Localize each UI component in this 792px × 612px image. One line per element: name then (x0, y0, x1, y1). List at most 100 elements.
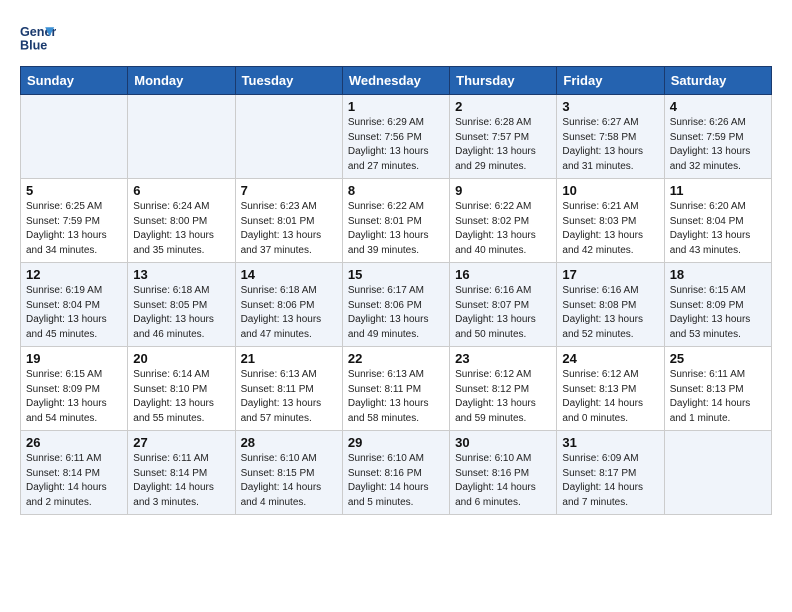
calendar-cell: 8 Sunrise: 6:22 AM Sunset: 8:01 PM Daylig… (342, 179, 449, 263)
calendar-cell (128, 95, 235, 179)
page-header: General Blue (20, 20, 772, 56)
calendar-cell: 21 Sunrise: 6:13 AM Sunset: 8:11 PM Dayli… (235, 347, 342, 431)
calendar-cell: 4 Sunrise: 6:26 AM Sunset: 7:59 PM Daylig… (664, 95, 771, 179)
day-info: Sunrise: 6:17 AM Sunset: 8:06 PM Dayligh… (348, 284, 444, 342)
day-number: 8 (348, 183, 444, 198)
day-info: Sunrise: 6:11 AM Sunset: 8:14 PM Dayligh… (26, 452, 122, 510)
day-info: Sunrise: 6:12 AM Sunset: 8:13 PM Dayligh… (562, 368, 658, 426)
calendar-cell: 1Sunrise: 6:29 AM Sunset: 7:56 PM Daylig… (342, 95, 449, 179)
calendar-cell: 5 Sunrise: 6:25 AM Sunset: 7:59 PM Daylig… (21, 179, 128, 263)
day-number: 13 (133, 267, 229, 282)
calendar-cell: 27Sunrise: 6:11 AM Sunset: 8:14 PM Dayli… (128, 431, 235, 515)
day-info: Sunrise: 6:22 AM Sunset: 8:02 PM Dayligh… (455, 200, 551, 258)
day-number: 24 (562, 351, 658, 366)
calendar-header-row: SundayMondayTuesdayWednesdayThursdayFrid… (21, 67, 772, 95)
calendar-cell (664, 431, 771, 515)
day-info: Sunrise: 6:13 AM Sunset: 8:11 PM Dayligh… (241, 368, 337, 426)
calendar-cell: 29 Sunrise: 6:10 AM Sunset: 8:16 PM Dayli… (342, 431, 449, 515)
day-info: Sunrise: 6:15 AM Sunset: 8:09 PM Dayligh… (26, 368, 122, 426)
calendar-cell: 17 Sunrise: 6:16 AM Sunset: 8:08 PM Dayli… (557, 263, 664, 347)
calendar-cell: 6 Sunrise: 6:24 AM Sunset: 8:00 PM Daylig… (128, 179, 235, 263)
calendar-cell: 23 Sunrise: 6:12 AM Sunset: 8:12 PM Dayli… (450, 347, 557, 431)
calendar-cell: 31Sunrise: 6:09 AM Sunset: 8:17 PM Dayli… (557, 431, 664, 515)
calendar-cell: 30Sunrise: 6:10 AM Sunset: 8:16 PM Dayli… (450, 431, 557, 515)
day-of-week-header: Tuesday (235, 67, 342, 95)
calendar-cell: 19 Sunrise: 6:15 AM Sunset: 8:09 PM Dayli… (21, 347, 128, 431)
day-number: 7 (241, 183, 337, 198)
day-number: 4 (670, 99, 766, 114)
calendar-cell: 14Sunrise: 6:18 AM Sunset: 8:06 PM Dayli… (235, 263, 342, 347)
day-number: 12 (26, 267, 122, 282)
day-info: Sunrise: 6:22 AM Sunset: 8:01 PM Dayligh… (348, 200, 444, 258)
day-of-week-header: Sunday (21, 67, 128, 95)
calendar-cell (235, 95, 342, 179)
day-info: Sunrise: 6:21 AM Sunset: 8:03 PM Dayligh… (562, 200, 658, 258)
day-number: 26 (26, 435, 122, 450)
calendar-week-row: 26 Sunrise: 6:11 AM Sunset: 8:14 PM Dayli… (21, 431, 772, 515)
day-number: 29 (348, 435, 444, 450)
day-info: Sunrise: 6:16 AM Sunset: 8:07 PM Dayligh… (455, 284, 551, 342)
day-info: Sunrise: 6:26 AM Sunset: 7:59 PM Dayligh… (670, 116, 766, 174)
day-info: Sunrise: 6:25 AM Sunset: 7:59 PM Dayligh… (26, 200, 122, 258)
day-info: Sunrise: 6:16 AM Sunset: 8:08 PM Dayligh… (562, 284, 658, 342)
calendar-week-row: 12 Sunrise: 6:19 AM Sunset: 8:04 PM Dayli… (21, 263, 772, 347)
day-number: 3 (562, 99, 658, 114)
logo-icon: General Blue (20, 20, 56, 56)
day-info: Sunrise: 6:12 AM Sunset: 8:12 PM Dayligh… (455, 368, 551, 426)
calendar-week-row: 5 Sunrise: 6:25 AM Sunset: 7:59 PM Daylig… (21, 179, 772, 263)
day-number: 20 (133, 351, 229, 366)
calendar-cell: 26 Sunrise: 6:11 AM Sunset: 8:14 PM Dayli… (21, 431, 128, 515)
day-info: Sunrise: 6:28 AM Sunset: 7:57 PM Dayligh… (455, 116, 551, 174)
day-info: Sunrise: 6:19 AM Sunset: 8:04 PM Dayligh… (26, 284, 122, 342)
day-info: Sunrise: 6:10 AM Sunset: 8:15 PM Dayligh… (241, 452, 337, 510)
calendar-cell: 15 Sunrise: 6:17 AM Sunset: 8:06 PM Dayli… (342, 263, 449, 347)
calendar-cell: 28Sunrise: 6:10 AM Sunset: 8:15 PM Dayli… (235, 431, 342, 515)
day-number: 9 (455, 183, 551, 198)
calendar-cell: 18 Sunrise: 6:15 AM Sunset: 8:09 PM Dayli… (664, 263, 771, 347)
calendar-cell: 7 Sunrise: 6:23 AM Sunset: 8:01 PM Daylig… (235, 179, 342, 263)
day-number: 25 (670, 351, 766, 366)
day-info: Sunrise: 6:10 AM Sunset: 8:16 PM Dayligh… (348, 452, 444, 510)
calendar-cell: 25Sunrise: 6:11 AM Sunset: 8:13 PM Dayli… (664, 347, 771, 431)
calendar-cell: 9 Sunrise: 6:22 AM Sunset: 8:02 PM Daylig… (450, 179, 557, 263)
day-number: 5 (26, 183, 122, 198)
day-info: Sunrise: 6:23 AM Sunset: 8:01 PM Dayligh… (241, 200, 337, 258)
calendar-cell: 22Sunrise: 6:13 AM Sunset: 8:11 PM Dayli… (342, 347, 449, 431)
day-of-week-header: Saturday (664, 67, 771, 95)
day-number: 17 (562, 267, 658, 282)
day-info: Sunrise: 6:24 AM Sunset: 8:00 PM Dayligh… (133, 200, 229, 258)
day-number: 6 (133, 183, 229, 198)
day-number: 15 (348, 267, 444, 282)
calendar-cell: 2 Sunrise: 6:28 AM Sunset: 7:57 PM Daylig… (450, 95, 557, 179)
svg-text:Blue: Blue (20, 39, 47, 53)
day-info: Sunrise: 6:29 AM Sunset: 7:56 PM Dayligh… (348, 116, 444, 174)
day-number: 11 (670, 183, 766, 198)
day-of-week-header: Thursday (450, 67, 557, 95)
day-number: 31 (562, 435, 658, 450)
day-info: Sunrise: 6:15 AM Sunset: 8:09 PM Dayligh… (670, 284, 766, 342)
calendar-cell: 11 Sunrise: 6:20 AM Sunset: 8:04 PM Dayli… (664, 179, 771, 263)
day-info: Sunrise: 6:20 AM Sunset: 8:04 PM Dayligh… (670, 200, 766, 258)
day-number: 10 (562, 183, 658, 198)
day-of-week-header: Wednesday (342, 67, 449, 95)
calendar-table: SundayMondayTuesdayWednesdayThursdayFrid… (20, 66, 772, 515)
day-number: 16 (455, 267, 551, 282)
day-number: 19 (26, 351, 122, 366)
day-number: 21 (241, 351, 337, 366)
day-info: Sunrise: 6:18 AM Sunset: 8:06 PM Dayligh… (241, 284, 337, 342)
calendar-week-row: 19 Sunrise: 6:15 AM Sunset: 8:09 PM Dayli… (21, 347, 772, 431)
calendar-cell: 13Sunrise: 6:18 AM Sunset: 8:05 PM Dayli… (128, 263, 235, 347)
day-number: 2 (455, 99, 551, 114)
day-info: Sunrise: 6:10 AM Sunset: 8:16 PM Dayligh… (455, 452, 551, 510)
day-of-week-header: Friday (557, 67, 664, 95)
calendar-cell: 16 Sunrise: 6:16 AM Sunset: 8:07 PM Dayli… (450, 263, 557, 347)
calendar-cell: 20 Sunrise: 6:14 AM Sunset: 8:10 PM Dayli… (128, 347, 235, 431)
day-info: Sunrise: 6:14 AM Sunset: 8:10 PM Dayligh… (133, 368, 229, 426)
day-number: 23 (455, 351, 551, 366)
calendar-cell: 24 Sunrise: 6:12 AM Sunset: 8:13 PM Dayli… (557, 347, 664, 431)
calendar-week-row: 1Sunrise: 6:29 AM Sunset: 7:56 PM Daylig… (21, 95, 772, 179)
day-number: 18 (670, 267, 766, 282)
day-of-week-header: Monday (128, 67, 235, 95)
logo: General Blue (20, 20, 60, 56)
day-info: Sunrise: 6:27 AM Sunset: 7:58 PM Dayligh… (562, 116, 658, 174)
